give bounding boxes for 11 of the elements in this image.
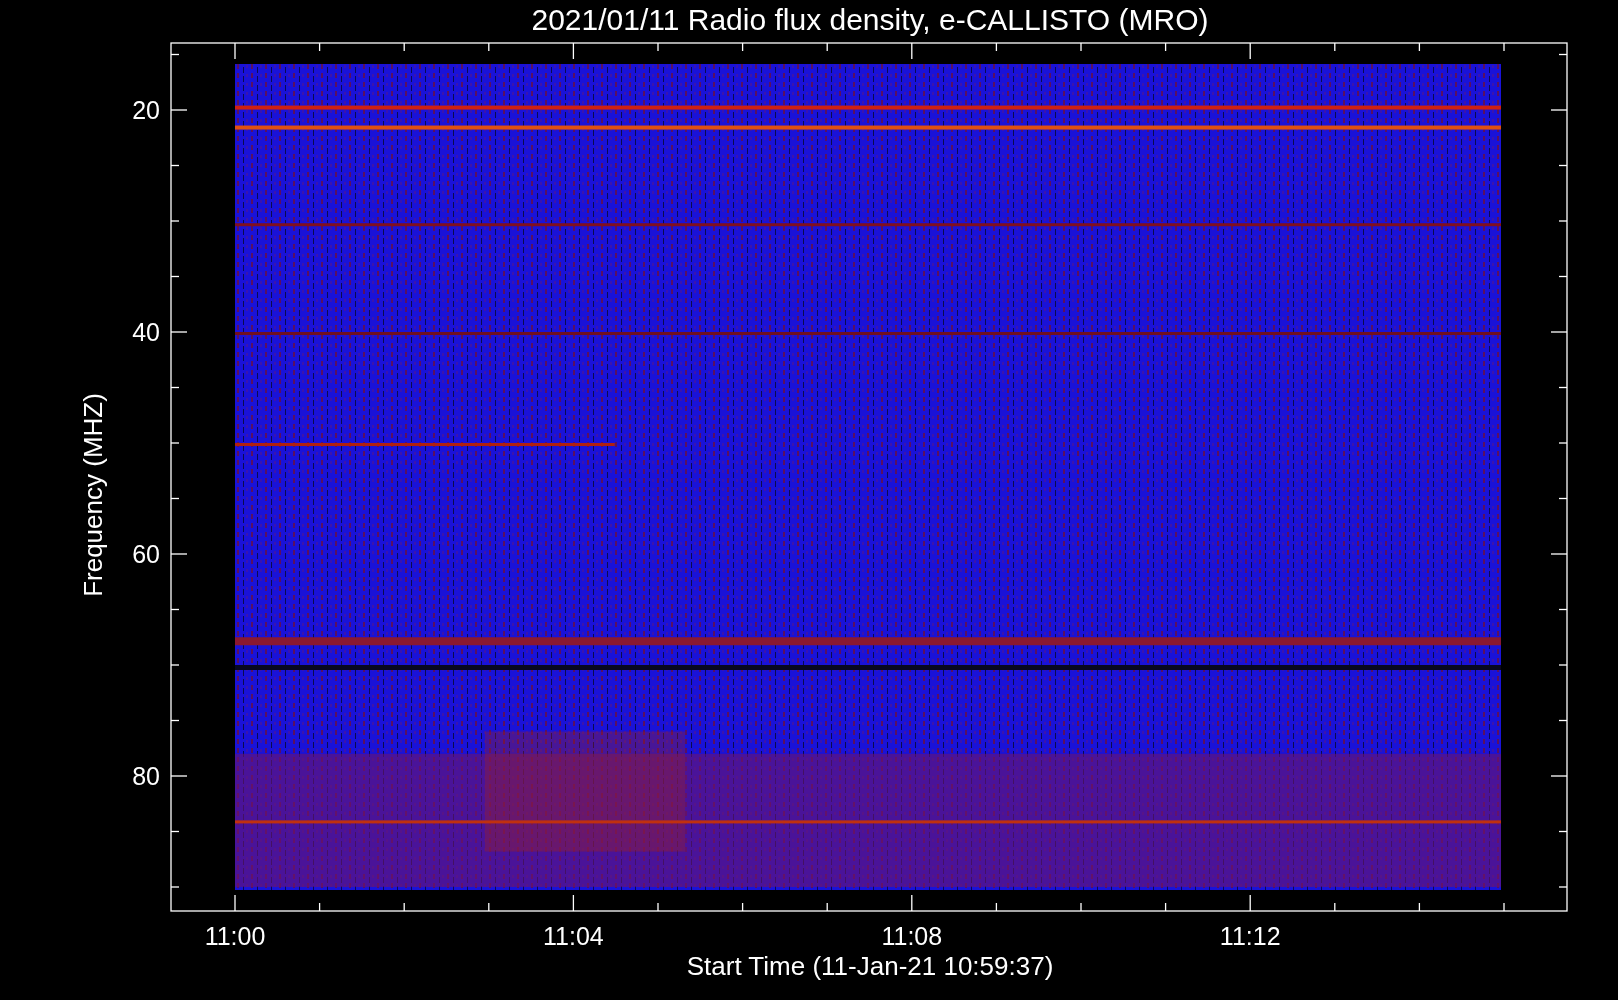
y-tick-label: 20 xyxy=(132,96,160,124)
y-tick-label: 80 xyxy=(132,762,160,790)
x-tick-label: 11:12 xyxy=(1219,922,1281,950)
x-tick-label: 11:00 xyxy=(204,922,266,950)
x-tick-label: 11:08 xyxy=(881,922,943,950)
y-tick-label: 60 xyxy=(132,540,160,568)
y-axis-title: Frequency (MHZ) xyxy=(78,393,108,597)
x-tick-label: 11:04 xyxy=(543,922,604,950)
chart-title: 2021/01/11 Radio flux density, e-CALLISTO (MRO) xyxy=(531,3,1209,36)
y-tick-label: 40 xyxy=(132,318,160,346)
x-axis-title: Start Time (11-Jan-21 10:59:37) xyxy=(686,951,1054,981)
